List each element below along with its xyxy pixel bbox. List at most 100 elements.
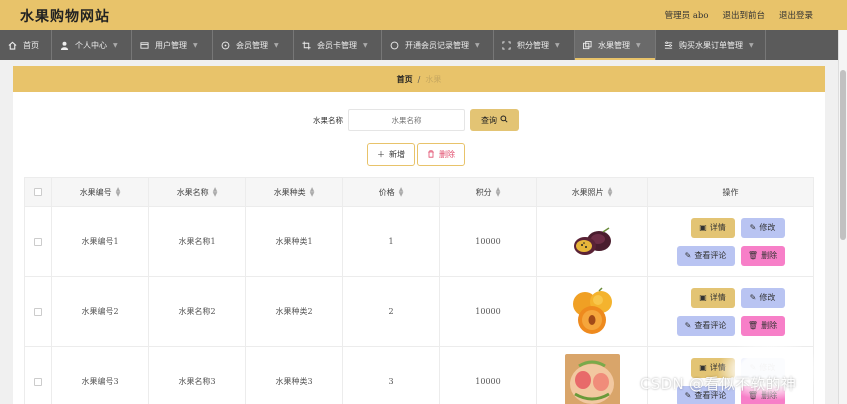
table-row: 水果编号1 水果名称1 水果种类1 1 10000 ▣ 详情 ✎ 修改 ✎ 查看…	[24, 207, 814, 277]
detail-button[interactable]: ▣ 详情	[690, 357, 735, 378]
search-button-label: 查询	[481, 115, 497, 125]
nav-item-vip[interactable]: 会员管理 ▼	[213, 30, 294, 60]
header-label: 水果照片	[571, 187, 604, 197]
row-delete-button[interactable]: 🗑 删除	[740, 385, 785, 404]
header-cell[interactable]: 水果名称 ▲ ▼	[149, 178, 246, 206]
logout-link[interactable]: 退出登录	[779, 9, 813, 21]
cell-type: 水果种类2	[246, 277, 343, 346]
fruit-photo[interactable]	[564, 284, 620, 339]
breadcrumb-home[interactable]: 首页	[397, 74, 413, 85]
vip-icon	[221, 41, 230, 50]
cell-photo	[537, 207, 648, 276]
cell-actions: ▣ 详情 ✎ 修改 ✎ 查看评论 🗑 删除	[648, 207, 814, 276]
scrollbar-thumb[interactable]	[840, 70, 846, 240]
view-reviews-button[interactable]: ✎ 查看评论	[676, 315, 735, 336]
detail-icon: ▣	[699, 363, 707, 372]
row-checkbox-cell	[24, 277, 52, 346]
chevron-down-icon: ▼	[749, 41, 754, 49]
trash-icon: 🗑	[747, 391, 759, 400]
cell-id: 水果编号3	[52, 347, 149, 404]
pencil-icon: ✎	[749, 223, 757, 232]
nav-label: 开通会员记录管理	[405, 40, 469, 50]
nav-item-card[interactable]: 会员卡管理 ▼	[294, 30, 382, 60]
review-label: 查看评论	[694, 251, 727, 260]
edit-button[interactable]: ✎ 修改	[740, 357, 785, 378]
nav-item-users[interactable]: 用户管理 ▼	[132, 30, 213, 60]
trash-icon: 🗑	[747, 321, 759, 330]
nav-item-personal[interactable]: 个人中心 ▼	[52, 30, 132, 60]
view-reviews-button[interactable]: ✎ 查看评论	[676, 245, 735, 266]
batch-delete-button[interactable]: 删除	[417, 143, 465, 166]
cell-price: 1	[343, 207, 440, 276]
nav-label: 积分管理	[517, 40, 549, 50]
search-button[interactable]: 查询	[470, 109, 519, 131]
remove-label: 删除	[761, 251, 778, 260]
row-checkbox[interactable]	[34, 307, 42, 316]
row-delete-button[interactable]: 🗑 删除	[740, 245, 785, 266]
header-cell[interactable]: 水果编号 ▲ ▼	[52, 178, 149, 206]
points-icon	[502, 40, 511, 50]
header-cell[interactable]: 水果照片 ▲ ▼	[537, 178, 648, 206]
cell-points: 10000	[440, 347, 537, 404]
header-cell[interactable]: 水果种类 ▲ ▼	[246, 178, 343, 206]
header-cell[interactable]: 价格 ▲ ▼	[343, 178, 440, 206]
delete-button-label: 删除	[439, 150, 455, 159]
trash-icon: 🗑	[747, 251, 759, 260]
breadcrumb-current: 水果	[425, 74, 442, 84]
pencil-icon: ✎	[749, 363, 757, 372]
nav-label: 会员卡管理	[317, 40, 357, 50]
site-title: 水果购物网站	[20, 9, 110, 25]
sort-icon: ▲ ▼	[309, 186, 315, 198]
cell-type: 水果种类1	[246, 207, 343, 276]
header-label: 水果名称	[176, 187, 209, 197]
detail-icon: ▣	[699, 293, 707, 302]
nav-item-home[interactable]: 首页	[0, 30, 52, 60]
fruit-photo[interactable]	[564, 354, 620, 404]
fruit-photo[interactable]	[564, 214, 620, 269]
breadcrumb: 首页 / 水果	[13, 66, 825, 92]
cell-price: 2	[343, 277, 440, 346]
view-reviews-button[interactable]: ✎ 查看评论	[676, 385, 735, 404]
nav-item-orders[interactable]: 购买水果订单管理 ▼	[656, 30, 766, 60]
header-cell[interactable]: 积分 ▲ ▼	[440, 178, 537, 206]
row-delete-button[interactable]: 🗑 删除	[740, 315, 785, 336]
detail-button[interactable]: ▣ 详情	[690, 217, 735, 238]
edit-label: 修改	[759, 223, 776, 232]
vertical-scrollbar[interactable]	[838, 30, 847, 404]
add-button[interactable]: ＋ 新增	[367, 143, 415, 166]
row-checkbox[interactable]	[34, 377, 42, 386]
back-to-front-link[interactable]: 退出到前台	[722, 9, 765, 21]
nav-label: 首页	[23, 40, 39, 50]
table-header: 水果编号 ▲ ▼ 水果名称 ▲ ▼ 水果种类 ▲ ▼ 价格 ▲ ▼ 积分 ▲ ▼ 水果照片 ▲ ▼ 操作	[24, 177, 814, 207]
table-row: 水果编号2 水果名称2 水果种类2 2 10000 ▣ 详情 ✎ 修改 ✎ 查看…	[24, 277, 814, 347]
cell-type: 水果种类3	[246, 347, 343, 404]
trash-icon	[427, 149, 435, 160]
edit-button[interactable]: ✎ 修改	[740, 217, 785, 238]
sort-icon: ▲ ▼	[607, 186, 613, 198]
select-all-checkbox[interactable]	[34, 188, 42, 196]
chevron-down-icon: ▼	[363, 41, 368, 49]
row-checkbox-cell	[24, 207, 52, 276]
nav-label: 会员管理	[236, 40, 268, 50]
chevron-down-icon: ▼	[636, 41, 641, 49]
main-content: 首页 / 水果 水果名称 查询 ＋ 新增 删除 水果编号▲▼ 水果名称▲▼ 水果…	[13, 66, 825, 404]
edit-button[interactable]: ✎ 修改	[740, 287, 785, 308]
nav-item-fruits[interactable]: 水果管理 ▼	[575, 30, 656, 60]
row-checkbox[interactable]	[34, 237, 42, 246]
chevron-down-icon: ▼	[555, 41, 560, 49]
cell-actions: ▣ 详情 ✎ 修改 ✎ 查看评论 🗑 删除	[648, 347, 814, 404]
cell-points: 10000	[440, 207, 537, 276]
nav-item-points[interactable]: 积分管理 ▼	[494, 30, 575, 60]
search-input[interactable]	[348, 109, 465, 131]
users-icon	[140, 41, 149, 50]
detail-label: 详情	[709, 293, 726, 302]
nav-item-records[interactable]: 开通会员记录管理 ▼	[382, 30, 494, 60]
header-label: 价格	[378, 187, 395, 197]
remove-label: 删除	[761, 391, 778, 400]
breadcrumb-separator: /	[417, 74, 421, 84]
cell-name: 水果名称2	[149, 277, 246, 346]
search-icon	[500, 115, 508, 125]
detail-button[interactable]: ▣ 详情	[690, 287, 735, 308]
search-row: 水果名称 查询	[13, 109, 825, 131]
header-cell: 操作	[648, 178, 814, 206]
